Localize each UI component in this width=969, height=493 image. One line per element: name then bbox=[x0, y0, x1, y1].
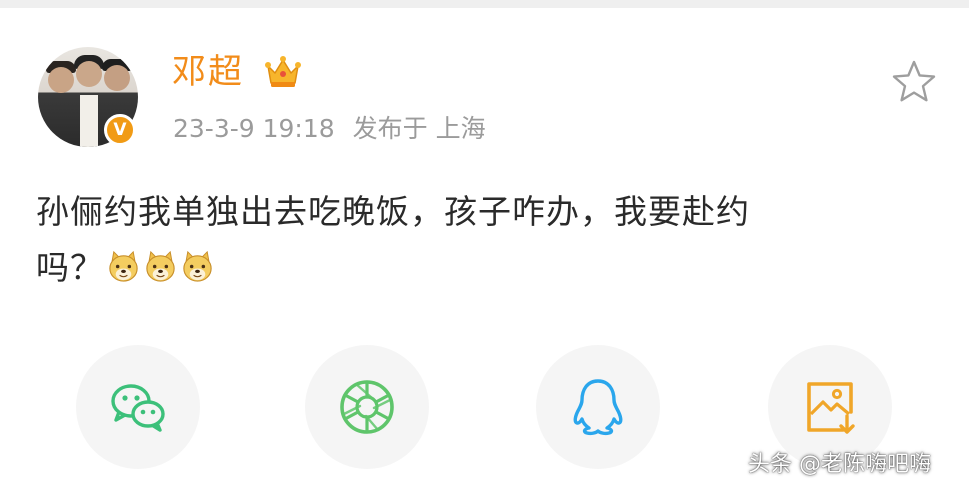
favorite-star-icon[interactable] bbox=[890, 58, 938, 104]
post-content: 孙俪约我单独出去吃晚饭，孩子咋办，我要赴约 吗？ bbox=[36, 184, 896, 296]
qq-icon bbox=[573, 379, 623, 436]
post-location: 发布于 上海 bbox=[352, 114, 486, 143]
post-text-line-2: 吗？ bbox=[36, 240, 896, 296]
avatar-figure bbox=[80, 95, 98, 147]
doge-emoji-icon bbox=[109, 250, 138, 282]
verified-badge: V bbox=[104, 114, 136, 146]
crown-icon bbox=[265, 56, 301, 87]
share-moments-button[interactable] bbox=[305, 345, 429, 469]
post-text-line: 孙俪约我单独出去吃晚饭，孩子咋办，我要赴约 bbox=[36, 192, 750, 231]
post-meta: 23-3-9 19:18 发布于 上海 bbox=[173, 112, 486, 146]
top-divider bbox=[0, 0, 969, 8]
moments-icon bbox=[340, 380, 394, 434]
doge-emoji-icon bbox=[183, 250, 212, 282]
avatar-figure bbox=[104, 65, 130, 91]
watermark: 头条 @老陈嗨吧嗨 bbox=[748, 452, 931, 477]
author-name[interactable]: 邓超 bbox=[172, 50, 244, 94]
doge-emoji-icon bbox=[146, 250, 175, 282]
avatar-figure bbox=[76, 61, 102, 87]
post-text-end: 吗？ bbox=[36, 248, 104, 287]
avatar-figure bbox=[48, 67, 74, 93]
share-qq-button[interactable] bbox=[536, 345, 660, 469]
post-timestamp: 23-3-9 19:18 bbox=[173, 114, 335, 143]
wechat-icon bbox=[111, 384, 165, 432]
save-image-icon bbox=[807, 382, 855, 434]
share-wechat-button[interactable] bbox=[76, 345, 200, 469]
